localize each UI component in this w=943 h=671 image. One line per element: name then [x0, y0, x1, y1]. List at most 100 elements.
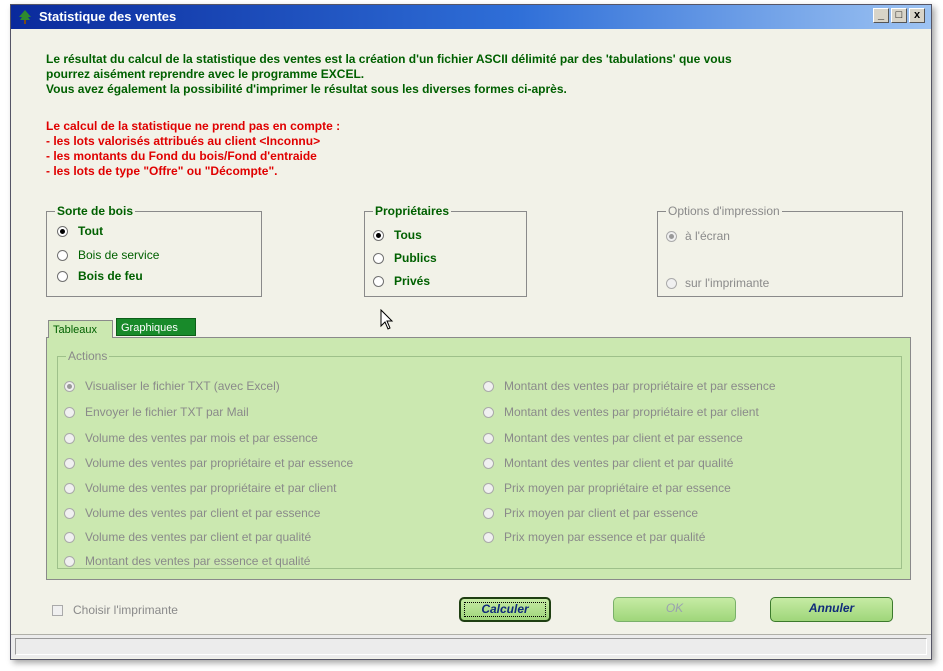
warning-line: - les lots de type "Offre" ou "Décompte"… [46, 164, 278, 178]
radio-indicator[interactable] [64, 457, 75, 469]
radio-label: Montant des ventes par client et par qua… [504, 456, 734, 470]
mouse-cursor-icon [380, 309, 394, 330]
action-prix-essence-qualite[interactable]: Prix moyen par essence et par qualité [483, 530, 705, 544]
sorte-bois-group: Sorte de bois Tout Bois de service Bois … [46, 204, 262, 297]
radio-imprimante[interactable]: sur l'imprimante [666, 276, 769, 290]
ok-button[interactable]: OK [613, 597, 736, 622]
close-button[interactable]: x [909, 8, 925, 23]
action-montant-essence-qualite[interactable]: Montant des ventes par essence et qualit… [64, 554, 310, 568]
info-text-green: Le résultat du calcul de la statistique … [46, 52, 732, 97]
radio-indicator[interactable] [483, 406, 494, 418]
group-legend: Actions [66, 349, 110, 363]
info-line: Le résultat du calcul de la statistique … [46, 52, 732, 66]
action-visualiser-txt[interactable]: Visualiser le fichier TXT (avec Excel) [64, 379, 280, 393]
radio-label: Visualiser le fichier TXT (avec Excel) [85, 379, 280, 393]
radio-label: à l'écran [685, 229, 730, 243]
action-envoyer-mail[interactable]: Envoyer le fichier TXT par Mail [64, 405, 249, 419]
radio-label: Prix moyen par propriétaire et par essen… [504, 481, 731, 495]
radio-label: Volume des ventes par propriétaire et pa… [85, 481, 337, 495]
radio-indicator[interactable] [64, 555, 75, 567]
radio-label: Bois de service [78, 248, 160, 262]
status-text [15, 638, 927, 655]
radio-label: Prix moyen par essence et par qualité [504, 530, 706, 544]
window-title: Statistique des ventes [39, 9, 177, 24]
radio-indicator[interactable] [57, 249, 68, 261]
radio-label: Tous [394, 228, 422, 242]
radio-publics[interactable]: Publics [373, 251, 437, 265]
action-volume-proprietaire-essence[interactable]: Volume des ventes par propriétaire et pa… [64, 456, 353, 470]
radio-indicator[interactable] [483, 531, 494, 543]
action-volume-client-essence[interactable]: Volume des ventes par client et par esse… [64, 506, 320, 520]
radio-indicator[interactable] [666, 277, 677, 289]
radio-indicator[interactable] [64, 432, 75, 444]
action-montant-client-qualite[interactable]: Montant des ventes par client et par qua… [483, 456, 733, 470]
minimize-button[interactable]: _ [873, 8, 889, 23]
tree-icon [19, 10, 31, 24]
radio-ecran[interactable]: à l'écran [666, 229, 730, 243]
radio-indicator[interactable] [483, 507, 494, 519]
radio-indicator[interactable] [64, 482, 75, 494]
warning-line: - les lots valorisés attribués au client… [46, 134, 321, 148]
tab-graphiques[interactable]: Graphiques [116, 318, 196, 336]
actions-group: Actions Visualiser le fichier TXT (avec … [57, 349, 902, 569]
radio-indicator[interactable] [64, 531, 75, 543]
radio-indicator[interactable] [373, 275, 384, 287]
radio-indicator[interactable] [57, 225, 68, 237]
checkbox-label: Choisir l'imprimante [73, 603, 178, 617]
restore-button[interactable]: □ [891, 8, 907, 23]
tab-panel-tableaux: Actions Visualiser le fichier TXT (avec … [46, 337, 911, 580]
title-bar[interactable]: Statistique des ventes _ □ x [11, 5, 931, 29]
radio-indicator[interactable] [483, 432, 494, 444]
radio-indicator[interactable] [373, 229, 384, 241]
action-prix-client-essence[interactable]: Prix moyen par client et par essence [483, 506, 698, 520]
radio-label: Volume des ventes par client et par qual… [85, 530, 312, 544]
status-bar [11, 634, 931, 658]
radio-label: Tout [78, 224, 104, 238]
group-legend: Sorte de bois [55, 204, 136, 218]
annuler-button[interactable]: Annuler [770, 597, 893, 622]
radio-label: Montant des ventes par propriétaire et p… [504, 379, 776, 393]
tab-tableaux[interactable]: Tableaux [48, 320, 113, 338]
radio-label: Publics [394, 251, 437, 265]
action-montant-proprietaire-essence[interactable]: Montant des ventes par propriétaire et p… [483, 379, 776, 393]
calculer-button[interactable]: Calculer [459, 597, 551, 622]
radio-label: Montant des ventes par client et par ess… [504, 431, 743, 445]
group-legend: Propriétaires [373, 204, 452, 218]
radio-label: Volume des ventes par client et par esse… [85, 506, 321, 520]
checkbox-indicator[interactable] [52, 604, 63, 616]
action-prix-proprietaire-essence[interactable]: Prix moyen par propriétaire et par essen… [483, 481, 731, 495]
choisir-imprimante-checkbox[interactable]: Choisir l'imprimante [52, 603, 178, 617]
radio-indicator[interactable] [483, 457, 494, 469]
options-impression-group: Options d'impression à l'écran sur l'imp… [657, 204, 903, 297]
radio-label: Envoyer le fichier TXT par Mail [85, 405, 249, 419]
radio-tous[interactable]: Tous [373, 228, 422, 242]
radio-indicator[interactable] [64, 380, 75, 392]
action-montant-proprietaire-client[interactable]: Montant des ventes par propriétaire et p… [483, 405, 759, 419]
radio-indicator[interactable] [373, 252, 384, 264]
radio-indicator[interactable] [57, 270, 68, 282]
radio-label: sur l'imprimante [685, 276, 770, 290]
radio-bois-feu[interactable]: Bois de feu [57, 269, 143, 283]
radio-label: Prix moyen par client et par essence [504, 506, 699, 520]
action-volume-client-qualite[interactable]: Volume des ventes par client et par qual… [64, 530, 311, 544]
action-volume-mois-essence[interactable]: Volume des ventes par mois et par essenc… [64, 431, 318, 445]
radio-prives[interactable]: Privés [373, 274, 430, 288]
radio-tout[interactable]: Tout [57, 224, 103, 238]
radio-label: Montant des ventes par propriétaire et p… [504, 405, 759, 419]
warning-line: Le calcul de la statistique ne prend pas… [46, 119, 341, 133]
radio-label: Privés [394, 274, 431, 288]
info-text-red: Le calcul de la statistique ne prend pas… [46, 119, 340, 179]
radio-indicator[interactable] [64, 507, 75, 519]
group-legend: Options d'impression [666, 204, 782, 218]
radio-indicator[interactable] [666, 230, 677, 242]
info-line: Vous avez également la possibilité d'imp… [46, 82, 567, 96]
radio-indicator[interactable] [483, 482, 494, 494]
radio-bois-service[interactable]: Bois de service [57, 248, 159, 262]
radio-indicator[interactable] [64, 406, 75, 418]
action-montant-client-essence[interactable]: Montant des ventes par client et par ess… [483, 431, 743, 445]
radio-label: Volume des ventes par propriétaire et pa… [85, 456, 354, 470]
action-volume-proprietaire-client[interactable]: Volume des ventes par propriétaire et pa… [64, 481, 336, 495]
proprietaires-group: Propriétaires Tous Publics Privés [364, 204, 527, 297]
radio-label: Montant des ventes par essence et qualit… [85, 554, 311, 568]
radio-indicator[interactable] [483, 380, 494, 392]
